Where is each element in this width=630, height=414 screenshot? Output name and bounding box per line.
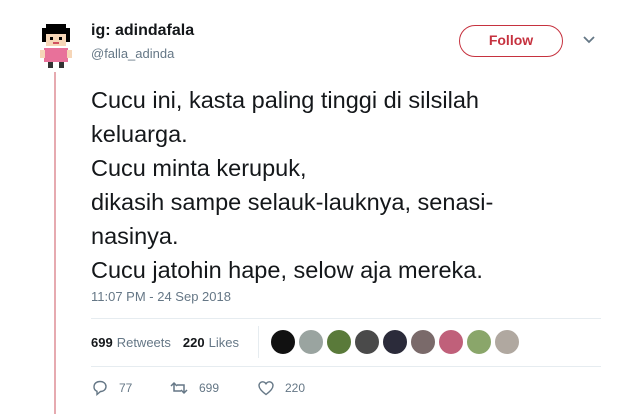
reply-count: 77 — [119, 381, 133, 395]
tweet-text: Cucu ini, kasta paling tinggi di silsila… — [91, 83, 611, 287]
liker-avatar[interactable] — [298, 329, 324, 355]
liker-avatars — [270, 329, 522, 355]
chevron-down-icon[interactable] — [582, 35, 596, 45]
username-handle[interactable]: @falla_adinda — [91, 46, 174, 61]
retweet-icon — [170, 381, 188, 395]
liker-avatar[interactable] — [410, 329, 436, 355]
like-button[interactable]: 220 — [257, 379, 305, 397]
retweets-count[interactable]: 699 — [91, 335, 113, 350]
engagement-stats: 699 Retweets 220 Likes — [91, 335, 239, 350]
avatar[interactable] — [36, 22, 76, 70]
tweet-line: dikasih sampe selauk-lauknya, senasi- — [91, 189, 494, 215]
heart-icon — [258, 381, 274, 396]
retweet-count: 699 — [199, 381, 220, 395]
liker-avatar[interactable] — [270, 329, 296, 355]
likes-label[interactable]: Likes — [209, 335, 239, 350]
liker-avatar[interactable] — [494, 329, 520, 355]
retweets-label[interactable]: Retweets — [117, 335, 171, 350]
likes-count[interactable]: 220 — [183, 335, 205, 350]
tweet-line: Cucu ini, kasta paling tinggi di silsila… — [91, 87, 479, 113]
divider — [91, 318, 601, 319]
tweet-actions: 77 699 220 — [91, 379, 305, 397]
timestamp[interactable]: 11:07 PM - 24 Sep 2018 — [91, 289, 231, 304]
liker-avatar[interactable] — [466, 329, 492, 355]
display-name[interactable]: ig: adindafala — [91, 22, 194, 40]
stats-separator — [258, 326, 259, 358]
thread-line — [54, 72, 56, 414]
tweet-line: Cucu jatohin hape, selow aja mereka. — [91, 257, 483, 283]
reply-icon — [93, 380, 107, 397]
divider — [91, 366, 601, 367]
liker-avatar[interactable] — [438, 329, 464, 355]
liker-avatar[interactable] — [354, 329, 380, 355]
reply-button[interactable]: 77 — [91, 379, 169, 397]
tweet-line: nasinya. — [91, 223, 179, 249]
tweet-line: Cucu minta kerupuk, — [91, 155, 307, 181]
retweet-button[interactable]: 699 — [169, 379, 257, 397]
follow-button[interactable]: Follow — [459, 25, 563, 57]
tweet-line: keluarga. — [91, 121, 188, 147]
like-count: 220 — [285, 381, 306, 395]
liker-avatar[interactable] — [326, 329, 352, 355]
liker-avatar[interactable] — [382, 329, 408, 355]
